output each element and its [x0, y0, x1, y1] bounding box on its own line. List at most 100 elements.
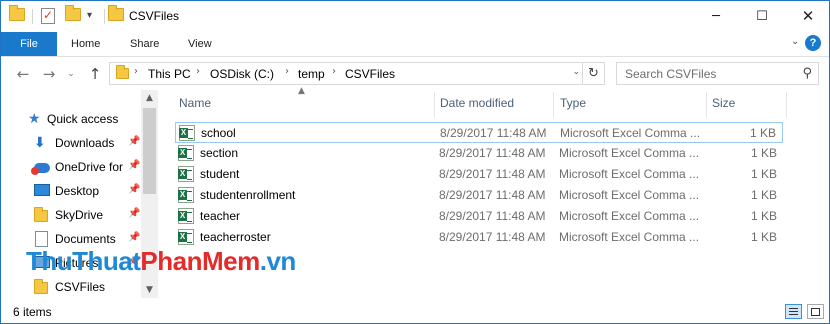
- nav-label: Desktop: [55, 184, 100, 198]
- chevron-right-icon[interactable]: ›: [134, 66, 138, 77]
- search-icon[interactable]: ⚲: [802, 66, 812, 81]
- nav-item-pictures[interactable]: Pictures 📌: [1, 252, 141, 274]
- nav-item-csvfiles[interactable]: CSVFiles: [1, 276, 141, 298]
- nav-item-desktop[interactable]: Desktop 📌: [1, 180, 141, 202]
- column-header-date[interactable]: Date modified: [440, 96, 514, 110]
- file-row[interactable]: section 8/29/2017 11:48 AM Microsoft Exc…: [175, 143, 783, 164]
- file-name: teacherroster: [200, 230, 271, 244]
- nav-item-documents[interactable]: Documents 📌: [1, 228, 141, 250]
- chevron-right-icon[interactable]: ›: [196, 66, 200, 77]
- address-row: ← → ⌄ ↑ › This PC › OSDisk (C:) › temp ›…: [1, 58, 829, 90]
- properties-icon[interactable]: [41, 8, 57, 24]
- large-icons-view-icon: [811, 308, 820, 316]
- chevron-right-icon[interactable]: ›: [285, 66, 289, 77]
- file-row[interactable]: school 8/29/2017 11:48 AM Microsoft Exce…: [175, 122, 783, 143]
- maximize-button[interactable]: ☐: [739, 1, 785, 31]
- column-divider[interactable]: [434, 92, 435, 118]
- nav-label: SkyDrive: [55, 208, 104, 222]
- breadcrumb-osdisk[interactable]: OSDisk (C:): [210, 67, 274, 81]
- recent-locations-button[interactable]: ⌄: [61, 63, 81, 85]
- search-box[interactable]: Search CSVFiles ⚲: [616, 62, 819, 85]
- file-row[interactable]: teacher 8/29/2017 11:48 AM Microsoft Exc…: [175, 206, 783, 227]
- file-size: 1 KB: [750, 188, 777, 202]
- pin-icon[interactable]: 📌: [128, 136, 140, 147]
- download-icon: ⬇: [34, 135, 46, 151]
- scroll-up-icon[interactable]: ▲: [141, 90, 158, 106]
- column-divider[interactable]: [553, 92, 554, 118]
- minimize-button[interactable]: ─: [693, 1, 739, 31]
- forward-button[interactable]: →: [39, 63, 59, 85]
- column-divider[interactable]: [786, 92, 787, 118]
- pin-icon[interactable]: 📌: [128, 184, 140, 195]
- nav-label: Pictures: [55, 256, 99, 270]
- file-name: school: [201, 126, 236, 140]
- item-count: 6 items: [13, 305, 52, 319]
- folder-icon[interactable]: [9, 5, 25, 24]
- folder-icon: [116, 65, 129, 79]
- address-bar[interactable]: › This PC › OSDisk (C:) › temp › CSVFile…: [109, 62, 605, 85]
- file-row[interactable]: studentenrollment 8/29/2017 11:48 AM Mic…: [175, 185, 783, 206]
- nav-item-downloads[interactable]: ⬇ Downloads 📌: [1, 132, 141, 154]
- file-list: ▲ Name Date modified Type Size school 8/…: [161, 86, 829, 298]
- breadcrumb-this-pc[interactable]: This PC: [148, 67, 191, 81]
- close-button[interactable]: ✕: [785, 1, 830, 31]
- chevron-right-icon[interactable]: ›: [332, 66, 336, 77]
- explorer-window: ▾ CSVFiles ─ ☐ ✕ File Home Share View ⌄ …: [0, 0, 830, 324]
- pin-icon[interactable]: 📌: [128, 256, 140, 267]
- tab-view[interactable]: View: [176, 32, 224, 56]
- file-type: Microsoft Excel Comma ...: [560, 126, 701, 140]
- nav-label: Documents: [55, 232, 116, 246]
- tab-share[interactable]: Share: [118, 32, 171, 56]
- window-title: CSVFiles: [129, 9, 180, 23]
- column-header-name[interactable]: Name: [179, 96, 211, 110]
- tab-home[interactable]: Home: [59, 32, 112, 56]
- nav-label: Quick access: [47, 112, 119, 126]
- excel-csv-icon: [179, 125, 195, 141]
- details-view-button[interactable]: [785, 304, 802, 319]
- expand-ribbon-icon[interactable]: ⌄: [791, 36, 799, 47]
- new-folder-icon[interactable]: [65, 5, 81, 24]
- column-header-size[interactable]: Size: [712, 96, 735, 110]
- nav-item-skydrive[interactable]: SkyDrive 📌: [1, 204, 141, 226]
- refresh-button[interactable]: ↻: [582, 63, 604, 84]
- excel-csv-icon: [178, 145, 194, 161]
- help-icon[interactable]: ?: [805, 35, 821, 51]
- navigation-pane: ★ Quick access ⬇ Downloads 📌 OneDrive fo…: [1, 90, 158, 298]
- scroll-thumb[interactable]: [143, 108, 156, 194]
- file-row[interactable]: teacherroster 8/29/2017 11:48 AM Microso…: [175, 227, 783, 248]
- file-date: 8/29/2017 11:48 AM: [439, 209, 546, 223]
- file-date: 8/29/2017 11:48 AM: [439, 146, 546, 160]
- file-name: section: [200, 146, 239, 160]
- column-divider[interactable]: [706, 92, 707, 118]
- excel-csv-icon: [178, 208, 194, 224]
- breadcrumb-temp[interactable]: temp: [298, 67, 325, 81]
- nav-item-quick-access[interactable]: ★ Quick access: [1, 108, 141, 130]
- customize-qat-icon[interactable]: ▾: [87, 10, 103, 26]
- file-date: 8/29/2017 11:48 AM: [439, 230, 546, 244]
- file-date: 8/29/2017 11:48 AM: [439, 167, 546, 181]
- pin-icon[interactable]: 📌: [128, 208, 140, 219]
- up-button[interactable]: ↑: [85, 63, 105, 85]
- scroll-down-icon[interactable]: ▼: [141, 282, 158, 298]
- file-name: studentenrollment: [200, 188, 296, 202]
- pin-icon[interactable]: 📌: [128, 232, 140, 243]
- excel-csv-icon: [178, 187, 194, 203]
- large-icons-view-button[interactable]: [807, 304, 824, 319]
- breadcrumb-csvfiles[interactable]: CSVFiles: [345, 67, 395, 81]
- divider: [104, 9, 105, 24]
- pin-icon[interactable]: 📌: [128, 160, 140, 171]
- ribbon: File Home Share View ⌄ ?: [1, 32, 829, 57]
- nav-item-onedrive[interactable]: OneDrive for 📌: [1, 156, 141, 178]
- back-button[interactable]: ←: [13, 63, 33, 85]
- folder-icon: [108, 5, 124, 24]
- column-header-type[interactable]: Type: [560, 96, 586, 110]
- divider: [32, 9, 33, 24]
- file-size: 1 KB: [749, 126, 776, 140]
- excel-csv-icon: [178, 229, 194, 245]
- onedrive-icon: [31, 160, 50, 175]
- nav-scrollbar[interactable]: ▲ ▼: [141, 90, 158, 298]
- address-dropdown-icon[interactable]: ⌄: [572, 67, 580, 77]
- file-row[interactable]: student 8/29/2017 11:48 AM Microsoft Exc…: [175, 164, 783, 185]
- tab-file[interactable]: File: [1, 32, 57, 56]
- folder-icon: [34, 279, 50, 294]
